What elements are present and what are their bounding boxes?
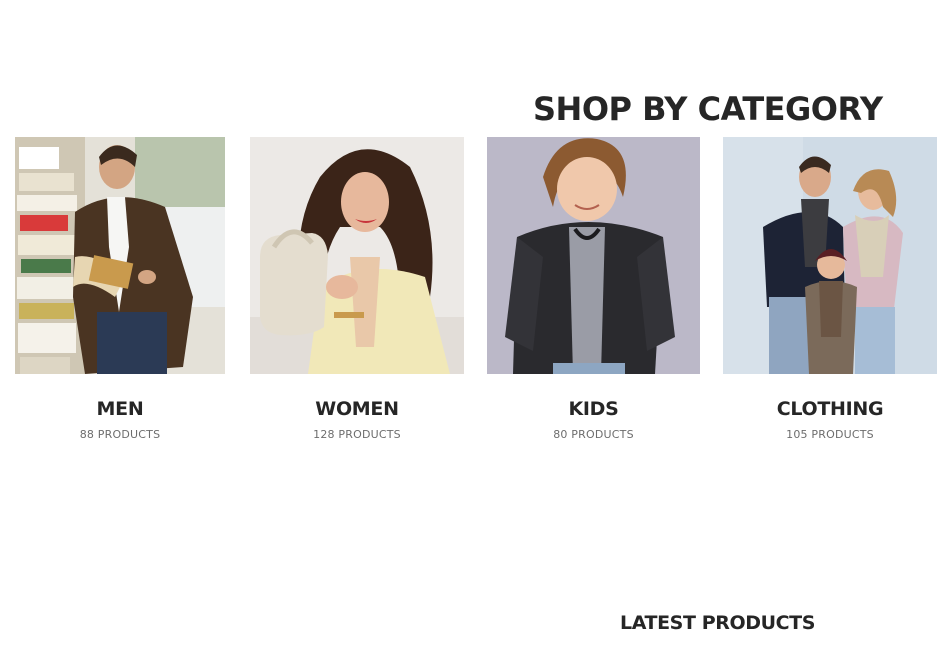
category-card-men[interactable]: MEN 88 PRODUCTS <box>15 137 225 457</box>
category-name[interactable]: KIDS <box>487 398 700 420</box>
family-portrait-photo[interactable] <box>723 137 937 374</box>
category-card-kids[interactable]: KIDS 80 PRODUCTS <box>487 137 700 457</box>
category-product-count: 88 PRODUCTS <box>79 428 161 441</box>
category-name[interactable]: MEN <box>15 398 225 420</box>
woman-with-handbag-photo[interactable] <box>250 137 464 374</box>
shop-by-category-title: SHOP BY CATEGORY <box>533 89 883 128</box>
category-product-count: 105 PRODUCTS <box>786 428 874 441</box>
category-card-clothing[interactable]: CLOTHING 105 PRODUCTS <box>723 137 937 457</box>
latest-products-title: LATEST PRODUCTS <box>620 612 816 634</box>
category-name[interactable]: CLOTHING <box>723 398 937 420</box>
man-reading-magazine-photo[interactable] <box>15 137 225 374</box>
category-product-count: 80 PRODUCTS <box>553 428 634 441</box>
category-product-count: 128 PRODUCTS <box>313 428 401 441</box>
boy-in-leather-jacket-photo[interactable] <box>487 137 700 374</box>
category-card-women[interactable]: WOMEN 128 PRODUCTS <box>250 137 464 457</box>
category-name[interactable]: WOMEN <box>250 398 464 420</box>
